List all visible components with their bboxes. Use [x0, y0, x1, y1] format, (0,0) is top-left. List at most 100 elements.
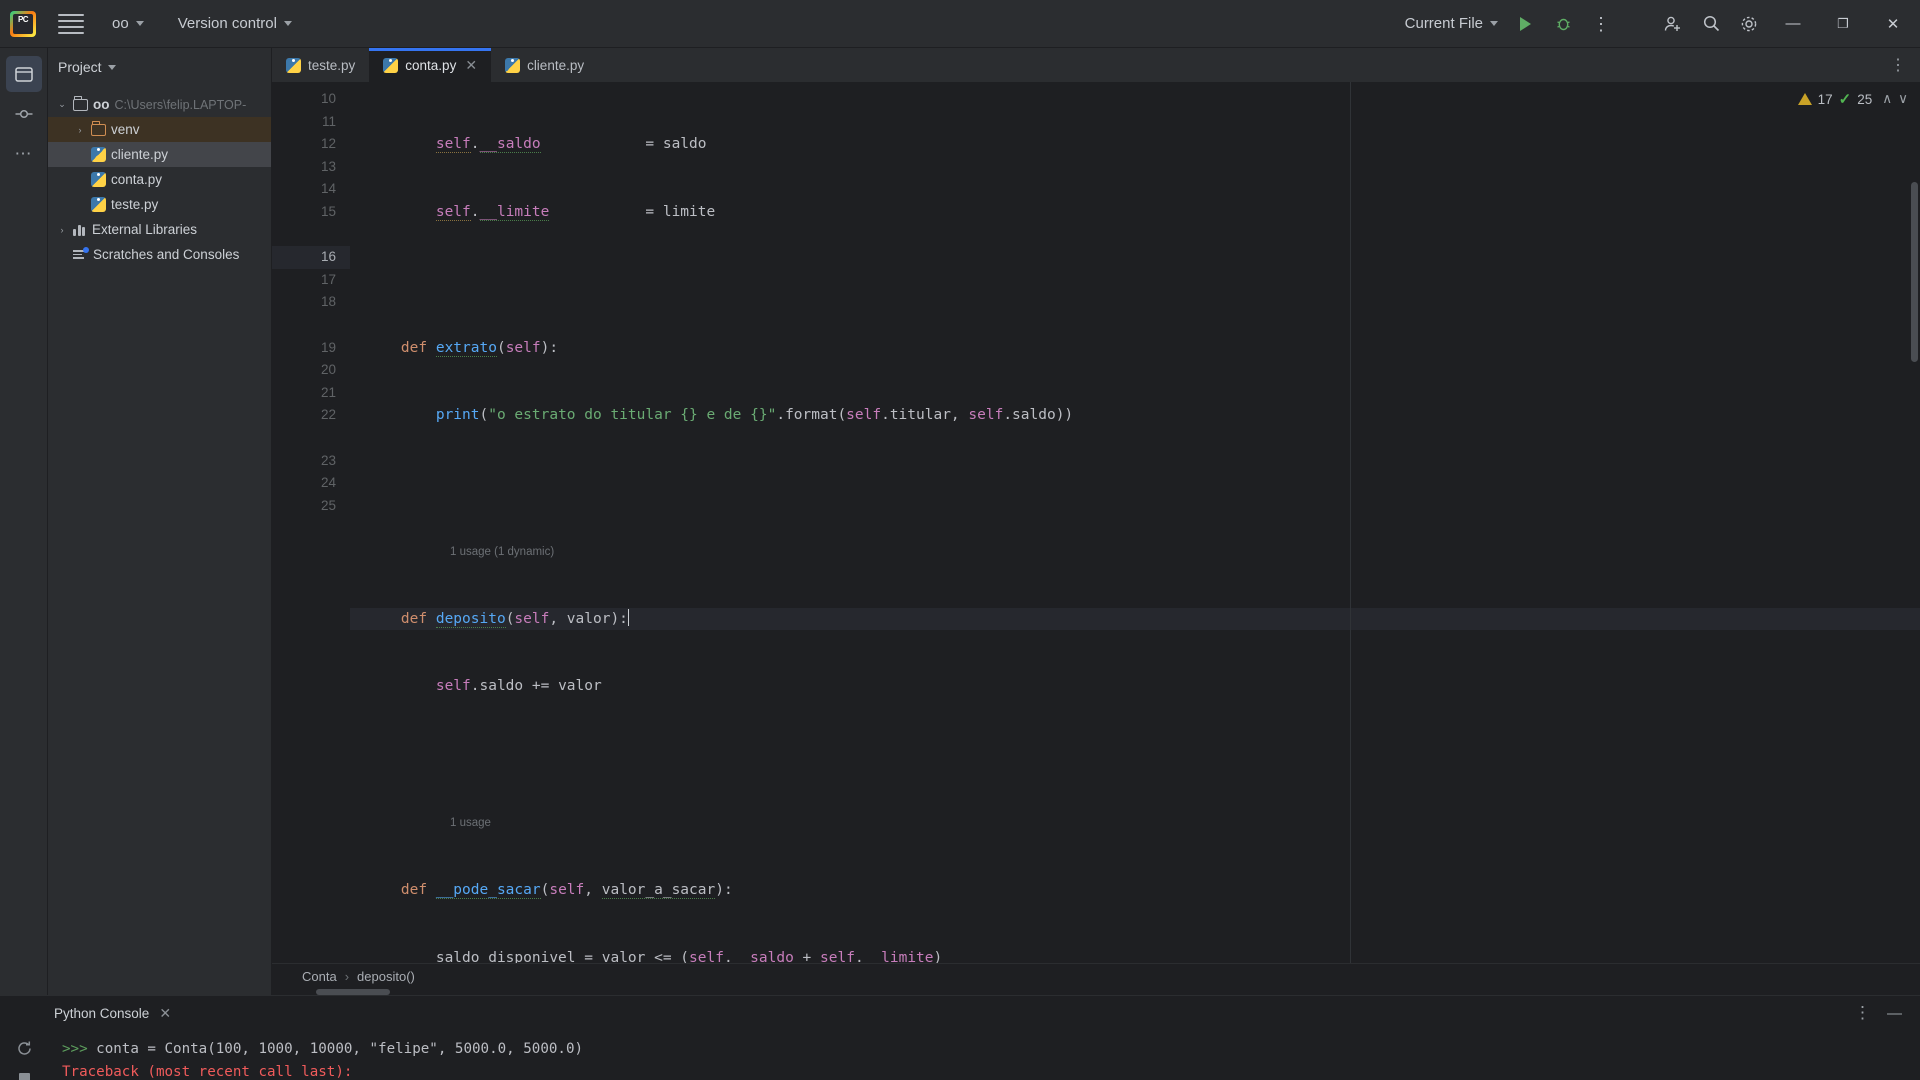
warning-count: 17	[1817, 91, 1833, 107]
chevron-right-icon[interactable]: ›	[74, 125, 86, 135]
code-line-17: self.saldo += valor	[435, 678, 602, 695]
more-actions-button[interactable]: ⋮	[1584, 7, 1618, 41]
tree-item-scratches-and-consoles[interactable]: Scratches and Consoles	[48, 242, 271, 267]
check-icon: ✓	[1838, 91, 1852, 108]
project-tree: ⌄ oo C:\Users\felip.LAPTOP- › venv clien…	[48, 86, 271, 995]
breadcrumb-class[interactable]: Conta	[302, 969, 337, 984]
check-count: 25	[1857, 91, 1873, 107]
code-editor[interactable]: 10 11 12 13 14 15 16 17 18 19 20 21 22 2…	[272, 82, 1920, 963]
console-tab-label: Python Console	[54, 1005, 150, 1021]
code-line-13: def extrato(self):	[400, 339, 559, 357]
editor-tab-teste-py[interactable]: teste.py	[272, 48, 369, 82]
add-account-button[interactable]	[1656, 7, 1690, 41]
maximize-window-button[interactable]: ❐	[1820, 0, 1866, 48]
chevron-down-icon[interactable]: ⌄	[56, 99, 68, 110]
warning-icon	[1797, 93, 1812, 105]
main-menu-icon[interactable]	[58, 13, 84, 34]
python-file-icon	[383, 57, 399, 73]
close-tab-icon[interactable]: ✕	[465, 57, 477, 74]
search-icon	[1703, 15, 1719, 32]
tree-item-oo[interactable]: ⌄ oo C:\Users\felip.LAPTOP-	[48, 92, 271, 117]
tree-item-conta-py[interactable]: conta.py	[48, 167, 271, 192]
console-input-line: conta = Conta(100, 1000, 10000, "felipe"…	[96, 1041, 584, 1057]
main-area: ⋯ Project ⌄ oo C:\Users\felip.LAPTOP- › …	[0, 48, 1920, 995]
console-options-button[interactable]: ⋮	[1854, 1003, 1871, 1023]
tree-item-venv[interactable]: › venv	[48, 117, 271, 142]
debug-button[interactable]	[1546, 7, 1580, 41]
line-number: 17	[320, 271, 336, 287]
editor-vertical-scrollbar[interactable]	[1911, 182, 1918, 362]
gear-icon	[1741, 16, 1757, 31]
editor-tab-label: teste.py	[308, 57, 356, 73]
tree-item-teste-py[interactable]: teste.py	[48, 192, 271, 217]
tree-item-external-libraries[interactable]: › External Libraries	[48, 217, 271, 242]
breadcrumb-method[interactable]: deposito()	[357, 969, 415, 984]
usage-hint-extrato[interactable]: 1 usage (1 dynamic)	[350, 540, 1920, 563]
usage-hint-pode-sacar[interactable]: 1 usage	[350, 811, 1920, 834]
inspection-widget[interactable]: 17 ✓ 25 ∧ ∨	[1797, 90, 1908, 108]
console-body: oo + >>> conta = Conta(100, 1000, 10000,…	[0, 1030, 1920, 1080]
chevron-right-icon[interactable]: ›	[56, 225, 68, 235]
minimize-window-button[interactable]: —	[1770, 0, 1816, 48]
console-output[interactable]: >>> conta = Conta(100, 1000, 10000, "fel…	[48, 1030, 1920, 1080]
line-number: 14	[320, 181, 336, 197]
editor-tab-conta-py[interactable]: conta.py ✕	[369, 48, 492, 82]
settings-button[interactable]	[1732, 7, 1766, 41]
tree-item-label: venv	[111, 122, 140, 137]
maximize-icon: ❐	[1837, 15, 1849, 31]
kebab-menu-icon: ⋮	[1592, 13, 1610, 34]
line-number: 12	[320, 136, 336, 152]
folder-icon	[73, 95, 88, 111]
editor-tab-cliente-py[interactable]: cliente.py	[491, 48, 598, 82]
close-window-button[interactable]: ✕	[1870, 0, 1916, 48]
project-panel-header[interactable]: Project	[48, 48, 271, 86]
console-action-rail: oo +	[0, 1030, 48, 1080]
tree-item-label: Scratches and Consoles	[93, 247, 240, 262]
pycharm-logo-icon: PC	[10, 10, 36, 37]
code-content[interactable]: self.__saldo = saldo self.__limite = lim…	[350, 82, 1920, 963]
rerun-icon	[17, 1041, 31, 1055]
chevron-down-icon	[1490, 21, 1498, 26]
commit-tool-window-button[interactable]	[6, 96, 42, 132]
library-icon	[73, 223, 87, 236]
editor-tab-label: cliente.py	[527, 57, 585, 73]
run-button[interactable]	[1508, 7, 1542, 41]
project-selector[interactable]: oo	[106, 11, 150, 36]
editor-horizontal-scrollbar[interactable]	[272, 989, 1920, 995]
close-icon: ✕	[1886, 15, 1900, 33]
minimize-icon: —	[1785, 15, 1801, 32]
version-control-label: Version control	[177, 15, 277, 32]
tree-item-label: teste.py	[111, 197, 159, 212]
next-problem-button[interactable]: ∨	[1898, 91, 1908, 107]
tree-item-label: External Libraries	[92, 222, 198, 237]
project-panel-title: Project	[58, 59, 102, 75]
code-line-16: def deposito(self, valor):	[350, 607, 1920, 631]
console-minimize-button[interactable]: —	[1887, 1005, 1902, 1022]
more-tool-windows-button[interactable]: ⋯	[6, 136, 42, 172]
stop-console-button[interactable]	[9, 1066, 39, 1080]
previous-problem-button[interactable]: ∧	[1882, 91, 1892, 107]
editor-tab-label: conta.py	[405, 57, 457, 73]
title-bar-actions: Current File ⋮ — ❐ ✕	[1377, 0, 1920, 48]
close-console-icon[interactable]: ✕	[159, 1005, 171, 1022]
editor-tabs-options-button[interactable]: ⋮	[1878, 48, 1920, 82]
left-tool-rail: ⋯	[0, 48, 48, 995]
python-file-icon	[91, 197, 106, 212]
tree-item-cliente-py[interactable]: cliente.py	[48, 142, 271, 167]
python-file-icon	[286, 57, 301, 73]
tree-item-label: conta.py	[111, 172, 163, 187]
gutter-spacer	[272, 224, 350, 247]
python-file-icon	[91, 172, 106, 187]
console-tab[interactable]: Python Console ✕	[54, 1005, 171, 1022]
gutter-spacer	[272, 314, 350, 337]
editor-column: teste.py conta.py ✕ cliente.py ⋮ 10 11 1…	[272, 48, 1920, 995]
search-everywhere-button[interactable]	[1694, 7, 1728, 41]
run-configuration-selector[interactable]: Current File	[1399, 11, 1504, 36]
line-number: 19	[320, 339, 336, 355]
project-tool-window-button[interactable]	[5, 56, 42, 92]
folder-icon	[91, 120, 106, 136]
version-control-widget[interactable]: Version control	[172, 11, 298, 36]
ellipsis-icon: ⋯	[14, 144, 33, 163]
right-margin-line	[1350, 82, 1351, 963]
rerun-console-button[interactable]	[9, 1036, 39, 1060]
